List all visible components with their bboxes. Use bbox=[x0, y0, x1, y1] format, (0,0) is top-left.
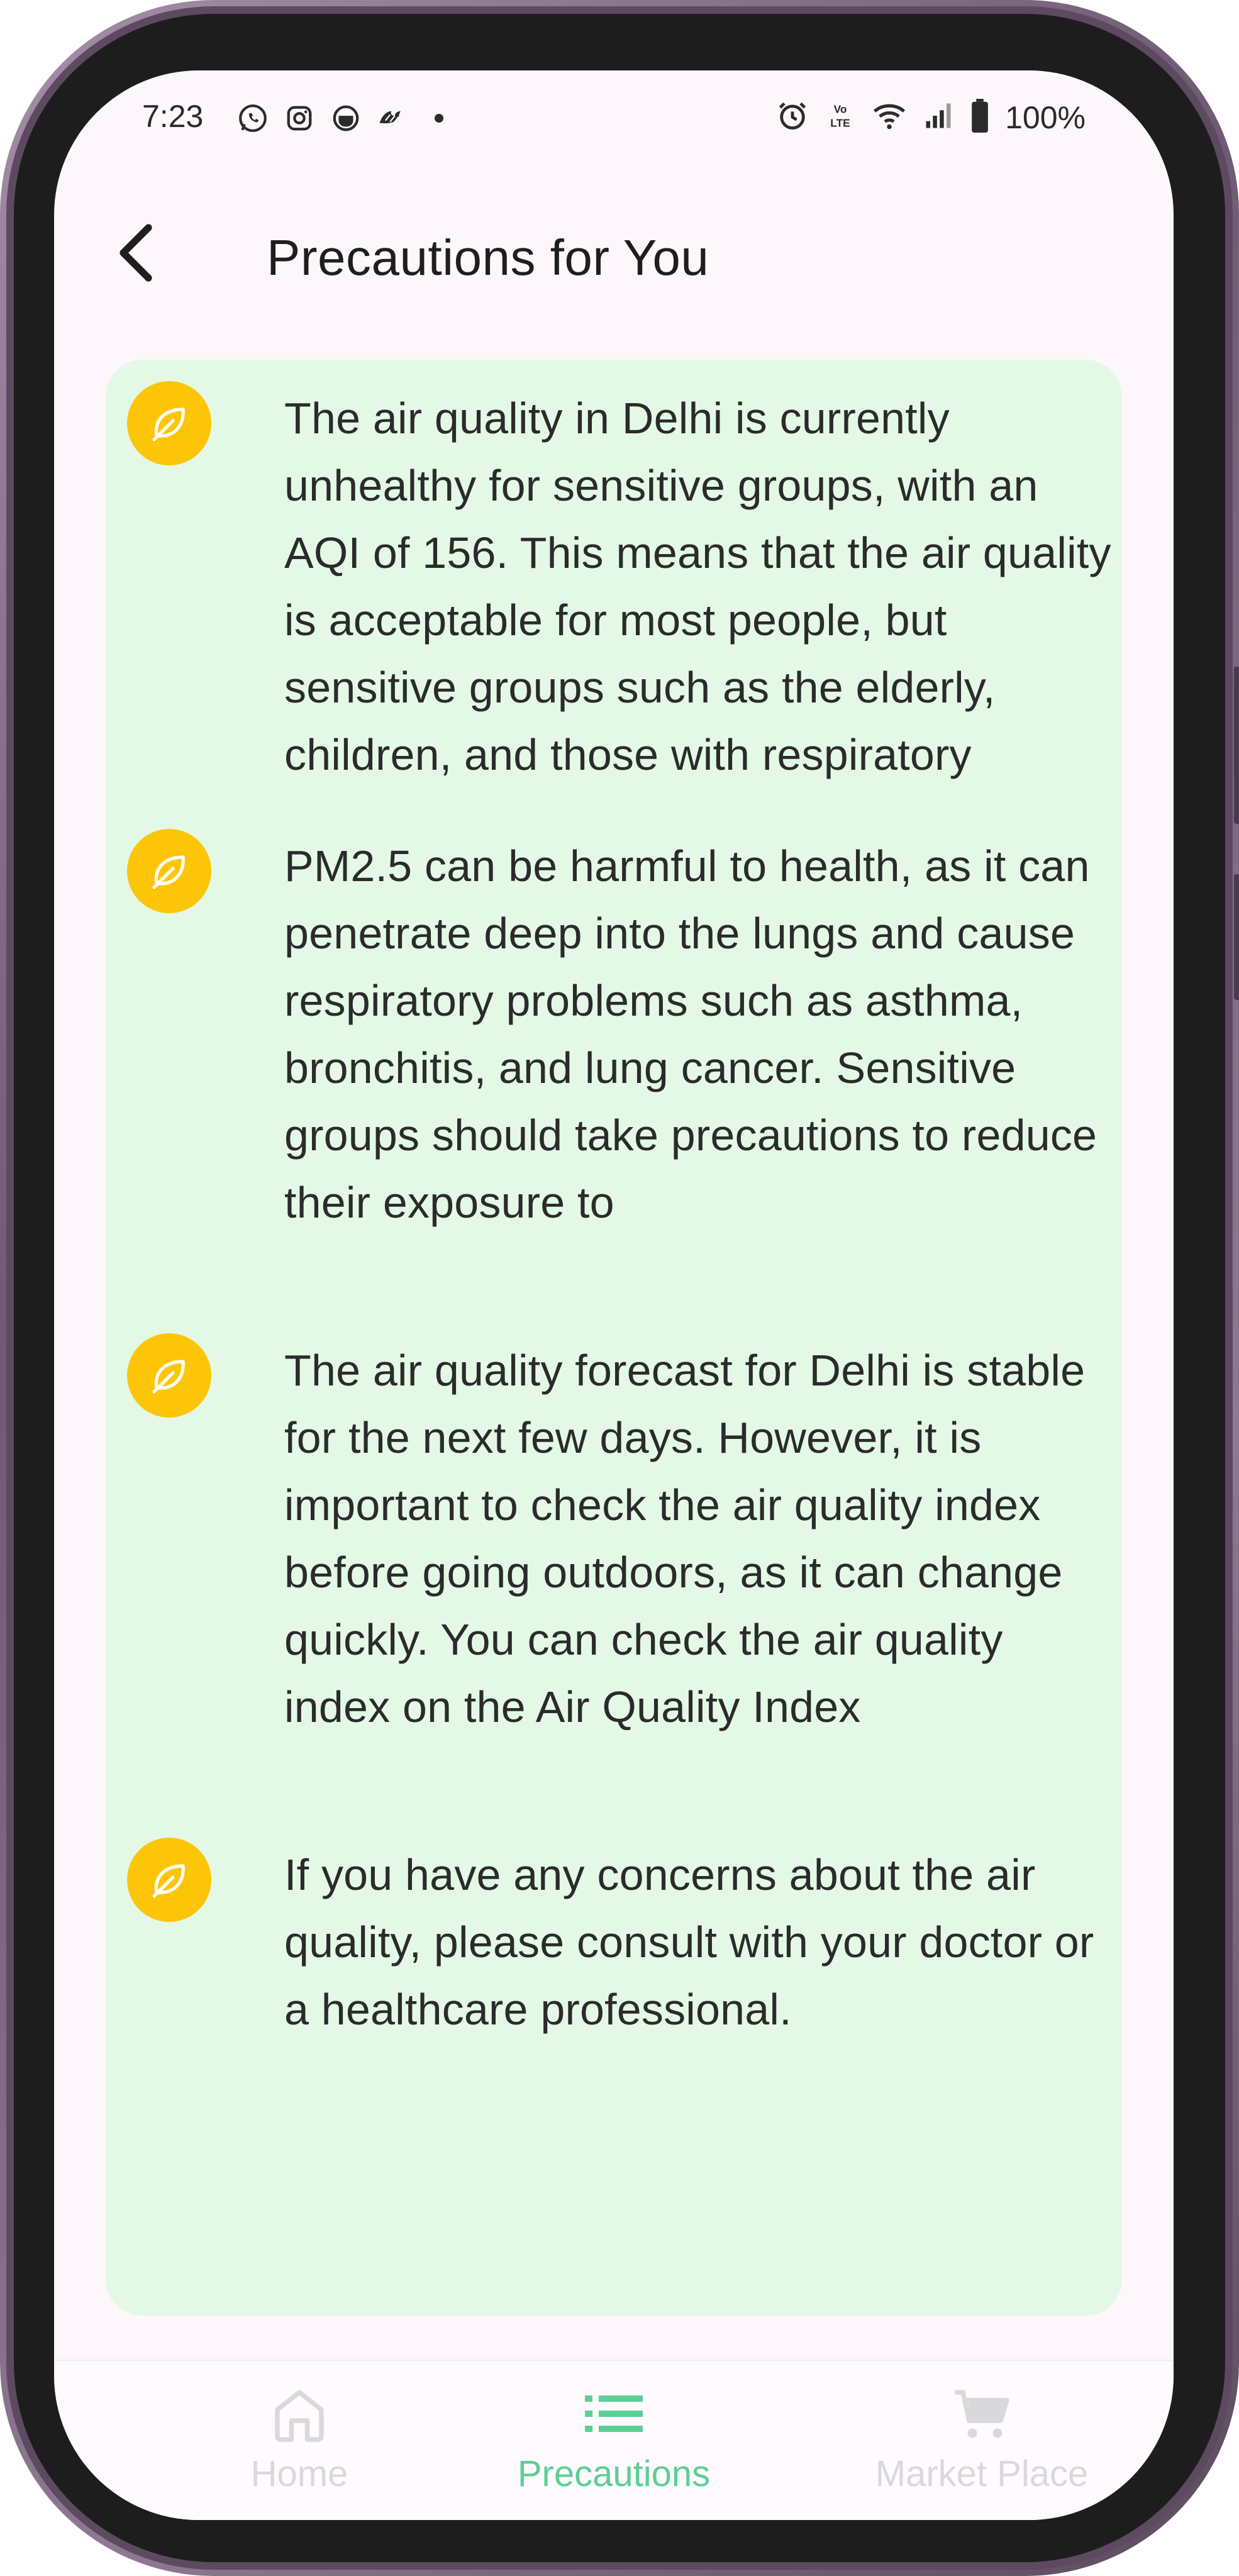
phone-frame: 7:23 Vo LTE 100% Precautions for You The… bbox=[0, 0, 1239, 2576]
app-notification-icon bbox=[376, 102, 409, 135]
alarm-icon bbox=[776, 99, 809, 135]
signal-icon bbox=[922, 99, 955, 135]
svg-text:LTE: LTE bbox=[830, 116, 850, 129]
side-button bbox=[1234, 874, 1239, 1000]
volte-icon: Vo LTE bbox=[824, 99, 857, 135]
svg-text:Vo: Vo bbox=[834, 103, 847, 116]
instagram-icon bbox=[283, 102, 316, 135]
whatsapp-icon bbox=[236, 102, 269, 135]
leaf-icon bbox=[127, 1333, 211, 1418]
page-title: Precautions for You bbox=[267, 230, 709, 286]
side-button bbox=[1234, 667, 1239, 824]
app-header: Precautions for You bbox=[54, 196, 1174, 297]
leaf-icon bbox=[127, 1838, 211, 1922]
precaution-text: The air quality in Delhi is currently un… bbox=[284, 394, 1111, 779]
chevron-left-icon bbox=[119, 224, 152, 282]
nav-market-place-label: Market Place bbox=[875, 2453, 1089, 2494]
back-button[interactable] bbox=[98, 215, 174, 291]
precaution-text: The air quality forecast for Delhi is st… bbox=[284, 1346, 1086, 1731]
notification-icons bbox=[236, 102, 455, 135]
status-time: 7:23 bbox=[142, 99, 204, 134]
cart-icon bbox=[944, 2380, 1020, 2449]
dot-icon bbox=[423, 102, 455, 135]
home-icon bbox=[262, 2380, 337, 2449]
leaf-icon bbox=[127, 829, 211, 913]
system-icons: Vo LTE 100% bbox=[776, 98, 1086, 136]
wifi-icon bbox=[872, 99, 907, 135]
app-notification-icon bbox=[330, 102, 362, 135]
battery-icon bbox=[970, 98, 990, 136]
nav-precautions[interactable]: Precautions bbox=[469, 2380, 758, 2506]
list-icon bbox=[576, 2380, 652, 2449]
precautions-card: The air quality in Delhi is currently un… bbox=[106, 360, 1122, 2316]
bottom-navigation: Home Precautions Market Place bbox=[54, 2360, 1174, 2520]
nav-market-place[interactable]: Market Place bbox=[837, 2380, 1126, 2506]
nav-home-label: Home bbox=[250, 2453, 348, 2494]
leaf-icon bbox=[127, 381, 211, 465]
battery-percent: 100% bbox=[1005, 99, 1086, 135]
status-bar: 7:23 Vo LTE 100% bbox=[54, 70, 1174, 165]
precaution-text: If you have any concerns about the air q… bbox=[284, 1850, 1094, 2034]
precaution-text: PM2.5 can be harmful to health, as it ca… bbox=[284, 841, 1097, 1227]
app-screen: 7:23 Vo LTE 100% Precautions for You The… bbox=[54, 70, 1174, 2520]
nav-precautions-label: Precautions bbox=[517, 2453, 711, 2494]
nav-home[interactable]: Home bbox=[155, 2380, 444, 2506]
